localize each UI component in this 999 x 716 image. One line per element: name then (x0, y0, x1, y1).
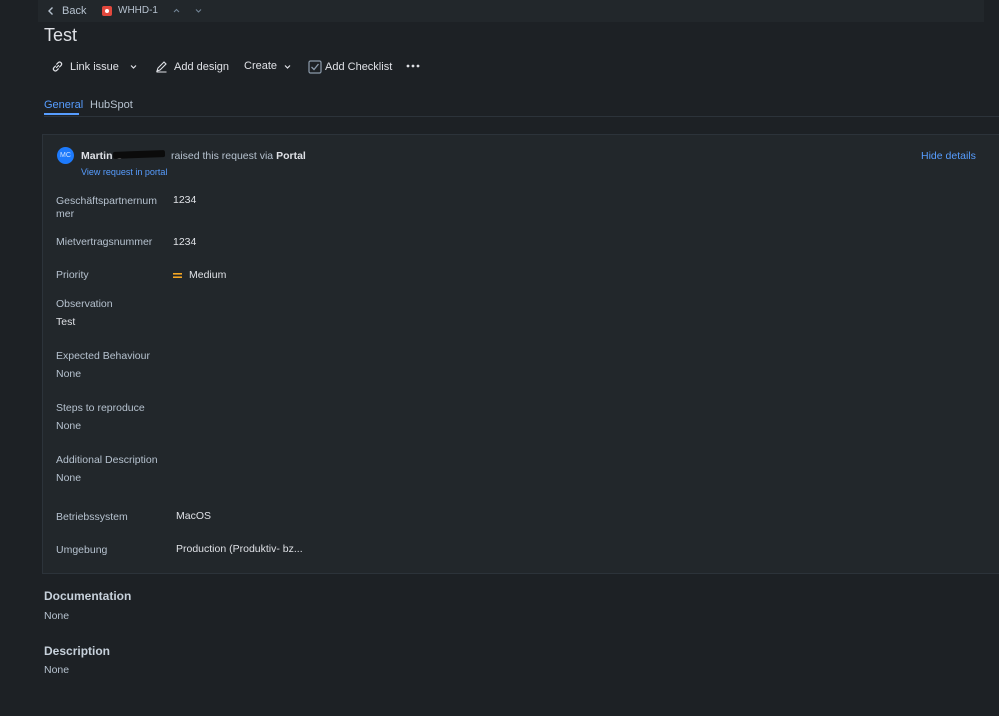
field-label-geschaeftspartnernummer: Geschäftspartnernum mer (56, 195, 157, 220)
tab-general[interactable]: General (44, 99, 83, 111)
back-button[interactable]: Back (46, 5, 86, 17)
view-request-link[interactable]: View request in portal (81, 167, 167, 177)
field-label-mietvertragsnummer: Mietvertragsnummer (56, 236, 153, 248)
tabs-divider (44, 116, 999, 117)
priority-medium-icon (173, 272, 182, 279)
description-value[interactable]: None (44, 664, 69, 676)
add-design-button[interactable]: Add design (155, 60, 229, 73)
priority-value[interactable]: Medium (173, 269, 226, 281)
field-label-observation: Observation (56, 298, 113, 310)
field-value-geschaeftspartnernummer[interactable]: 1234 (173, 194, 196, 206)
back-label: Back (62, 5, 87, 17)
documentation-value[interactable]: None (44, 610, 69, 622)
issue-key-breadcrumb[interactable]: WHHD-1 (102, 5, 158, 16)
field-label-umgebung: Umgebung (56, 544, 108, 556)
more-actions-icon[interactable] (406, 62, 420, 70)
field-label-additional-description: Additional Description (56, 454, 158, 466)
chevron-down-icon (283, 62, 292, 71)
create-button[interactable]: Create (244, 60, 292, 72)
create-label: Create (244, 60, 278, 72)
pen-icon (155, 60, 168, 73)
field-value-expected-behaviour[interactable]: None (56, 368, 81, 380)
field-label-betriebssystem: Betriebssystem (56, 511, 128, 523)
checkbox-icon (308, 60, 322, 74)
field-value-steps-to-reproduce[interactable]: None (56, 420, 81, 432)
chevron-left-icon (46, 6, 56, 16)
request-channel: Portal (276, 150, 306, 162)
avatar[interactable]: MC (57, 147, 74, 164)
field-value-umgebung[interactable]: Production (Produktiv- bz... (176, 543, 303, 555)
chevron-down-icon[interactable] (194, 6, 203, 15)
field-label-expected-behaviour: Expected Behaviour (56, 350, 150, 362)
documentation-heading: Documentation (44, 589, 132, 603)
red-square-icon (102, 5, 112, 16)
link-icon (51, 60, 64, 73)
field-value-priority: Medium (189, 269, 227, 281)
link-issue-button[interactable]: Link issue (51, 60, 119, 73)
issue-title[interactable]: Test (44, 25, 77, 46)
raised-text: raised this request via (171, 150, 274, 162)
field-value-mietvertragsnummer[interactable]: 1234 (173, 236, 196, 248)
description-heading: Description (44, 644, 111, 658)
field-value-additional-description[interactable]: None (56, 472, 81, 484)
link-issue-label: Link issue (70, 60, 119, 73)
field-label-steps-to-reproduce: Steps to reproduce (56, 402, 145, 414)
add-design-label: Add design (174, 60, 230, 73)
tab-hubspot[interactable]: HubSpot (90, 99, 133, 111)
issue-key: WHHD-1 (118, 5, 158, 16)
field-label-priority: Priority (56, 269, 89, 281)
add-checklist-button[interactable]: Add Checklist (308, 60, 392, 74)
add-checklist-label: Add Checklist (325, 61, 393, 73)
field-value-observation[interactable]: Test (56, 316, 75, 328)
chevron-up-icon[interactable] (172, 6, 181, 15)
hide-details-link[interactable]: Hide details (921, 150, 976, 162)
active-tab-indicator (44, 113, 79, 115)
field-value-betriebssystem[interactable]: MacOS (176, 510, 211, 522)
link-issue-dropdown-chevron-icon[interactable] (129, 62, 138, 71)
